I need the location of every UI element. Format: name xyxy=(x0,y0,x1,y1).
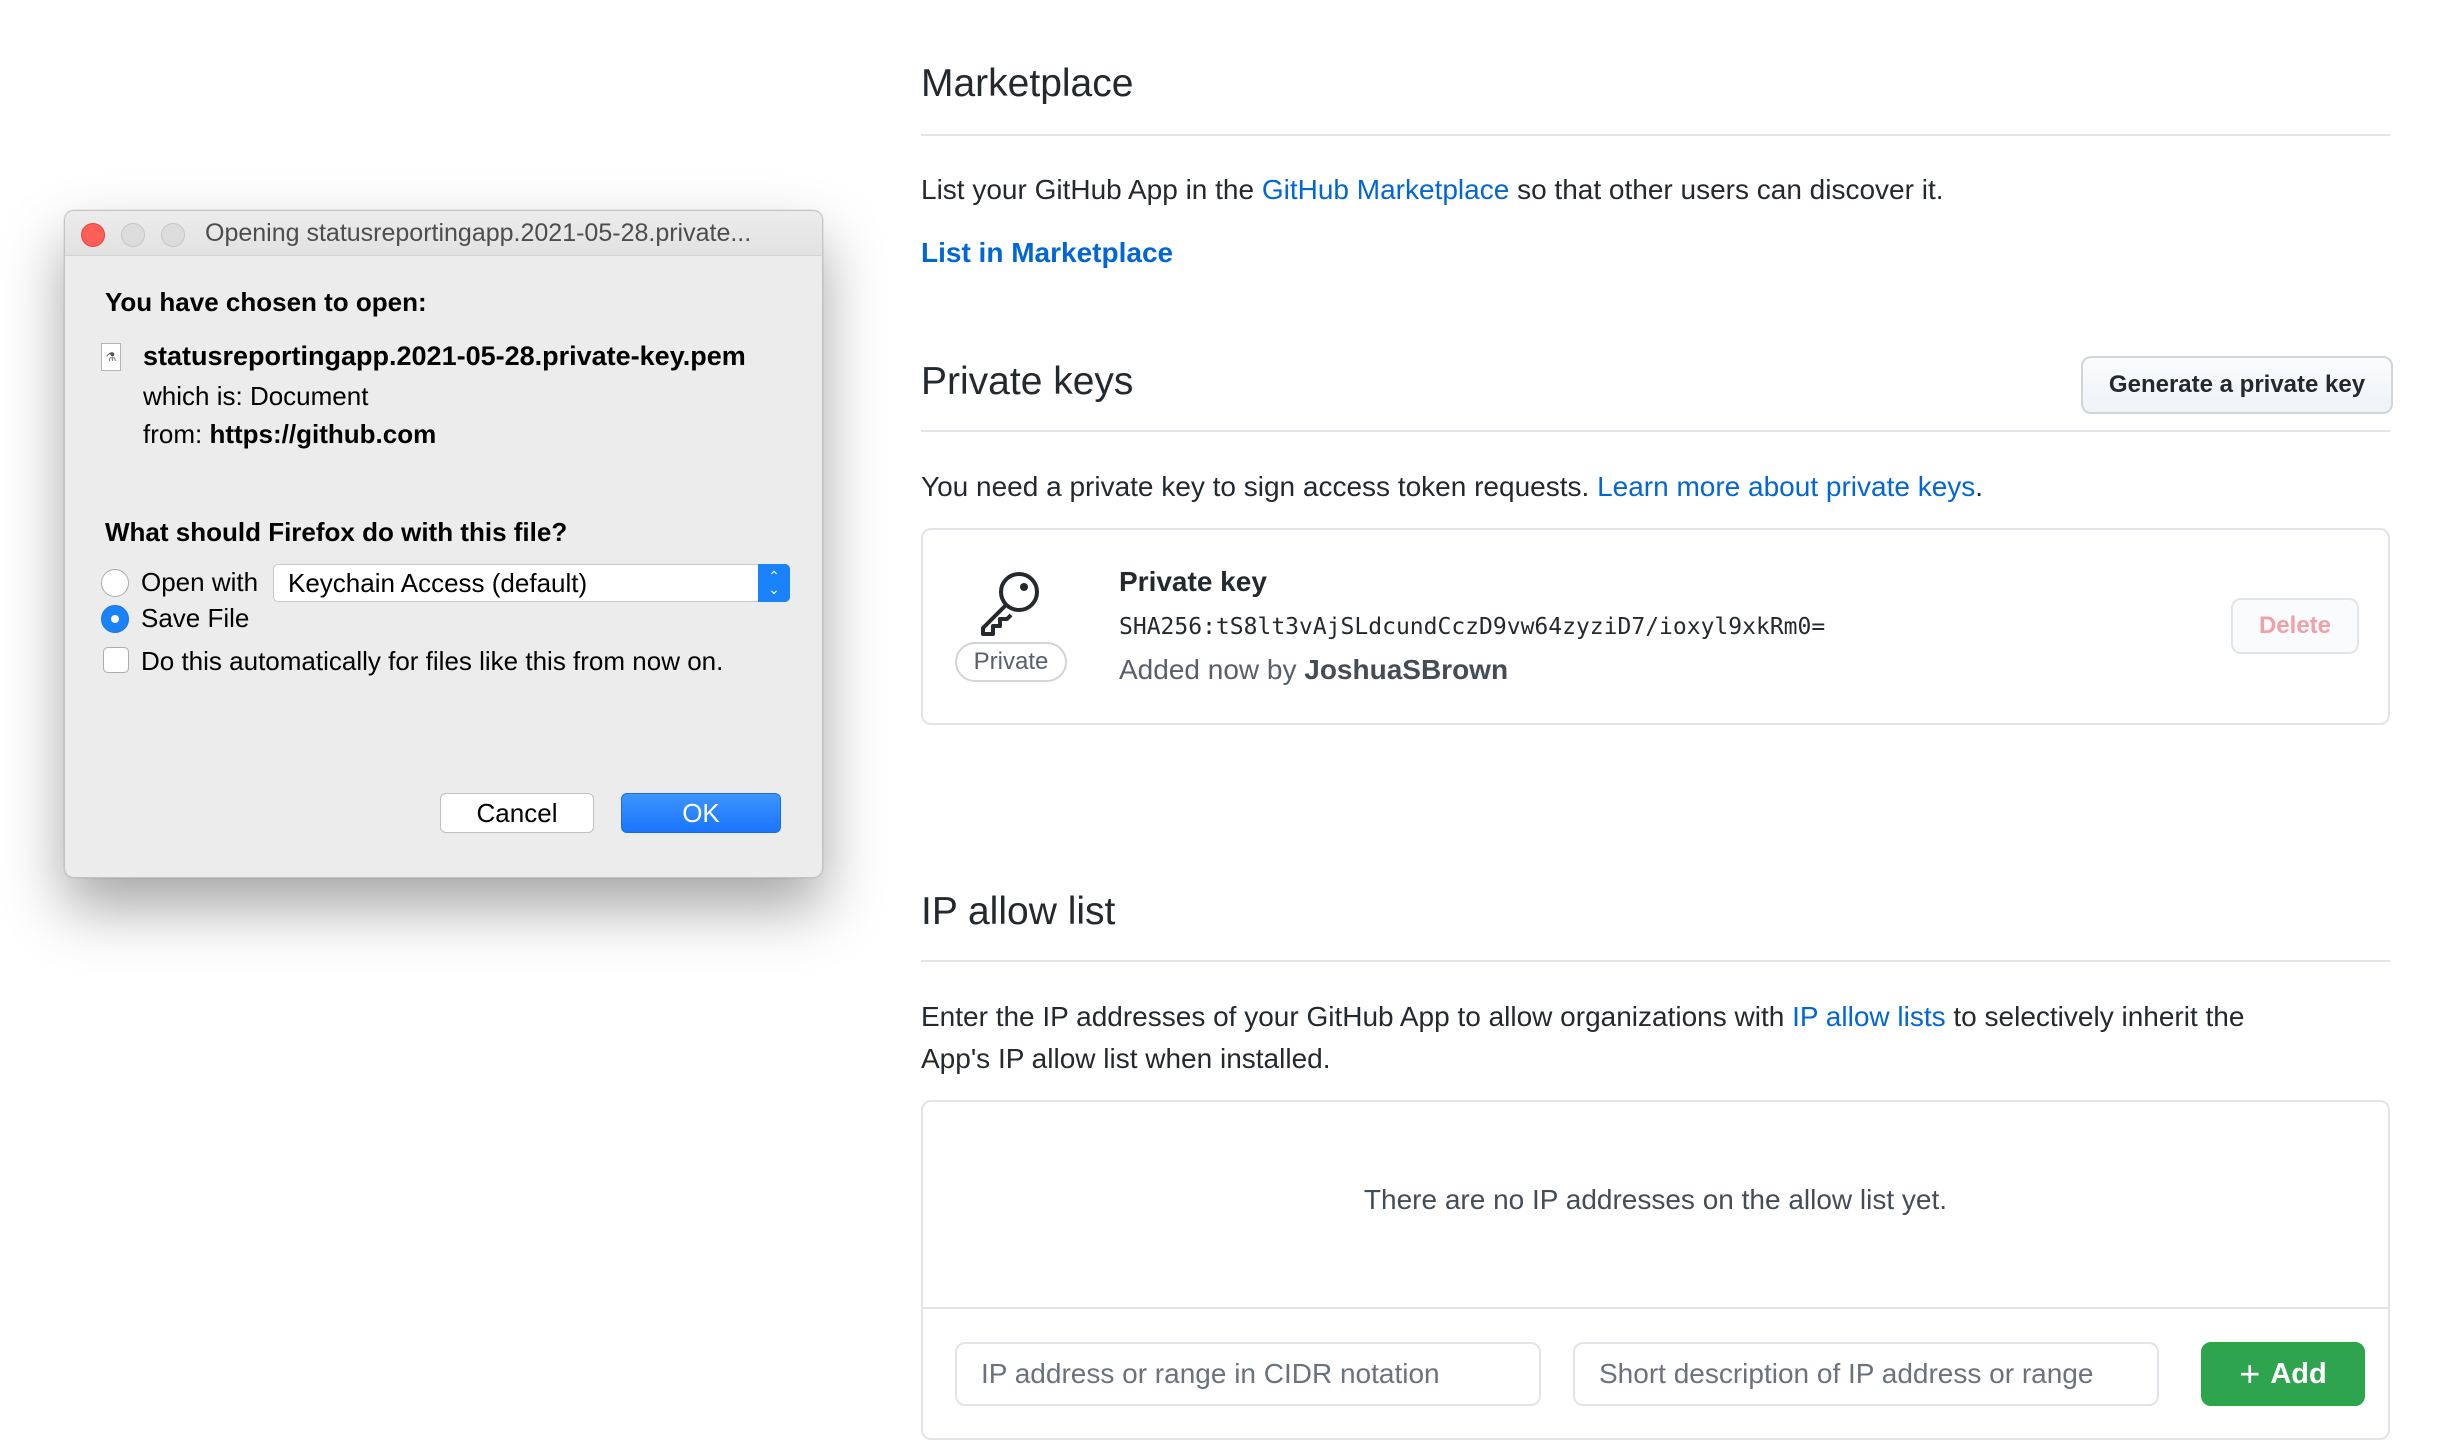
private-key-name: Private key xyxy=(1119,566,1267,597)
ip-allow-lists-link[interactable]: IP allow lists xyxy=(1792,1001,1946,1032)
which-is-row: which is: Document xyxy=(143,381,368,412)
from-value: https://github.com xyxy=(209,419,437,449)
plus-icon: + xyxy=(2239,1353,2261,1394)
ip-allow-divider xyxy=(921,960,2390,962)
github-marketplace-link[interactable]: GitHub Marketplace xyxy=(1262,174,1509,205)
from-label: from: xyxy=(143,419,203,449)
save-file-label[interactable]: Save File xyxy=(141,603,249,634)
learn-more-private-keys-link[interactable]: Learn more about private keys xyxy=(1597,471,1975,502)
ip-description-input[interactable] xyxy=(1573,1342,2159,1406)
ip-allow-description-line2: App's IP allow list when installed. xyxy=(921,1043,1331,1074)
marketplace-description: List your GitHub App in the GitHub Marke… xyxy=(921,169,1944,211)
add-ip-button[interactable]: + Add xyxy=(2201,1342,2365,1406)
private-keys-description: You need a private key to sign access to… xyxy=(921,466,1983,508)
ip-empty-message: There are no IP addresses on the allow l… xyxy=(1363,1184,1948,1215)
ip-desc-suffix: to selectively inherit the xyxy=(1953,1001,2245,1032)
delete-key-button[interactable]: Delete xyxy=(2231,598,2359,654)
select-stepper-icon: ⌃ ⌄ xyxy=(758,564,790,602)
generate-private-key-button[interactable]: Generate a private key xyxy=(2081,356,2393,414)
cancel-button[interactable]: Cancel xyxy=(440,793,594,833)
minimize-window-icon xyxy=(121,223,145,247)
dialog-titlebar[interactable]: Opening statusreportingapp.2021-05-28.pr… xyxy=(65,211,822,256)
firefox-open-file-dialog: Opening statusreportingapp.2021-05-28.pr… xyxy=(64,210,823,878)
added-by-user: JoshuaSBrown xyxy=(1304,654,1509,685)
open-with-radio[interactable] xyxy=(101,569,129,597)
auto-action-checkbox[interactable] xyxy=(103,647,129,673)
added-by-prefix: Added now by xyxy=(1119,654,1297,685)
auto-action-label[interactable]: Do this automatically for files like thi… xyxy=(141,646,723,677)
from-row: from: https://github.com xyxy=(143,419,436,450)
open-with-app-select[interactable]: Keychain Access (default) ⌃ ⌄ xyxy=(273,564,790,602)
private-keys-divider xyxy=(921,430,2390,432)
open-with-label[interactable]: Open with xyxy=(141,567,258,598)
ip-desc-prefix: Enter the IP addresses of your GitHub Ap… xyxy=(921,1001,1785,1032)
ip-allow-description: Enter the IP addresses of your GitHub Ap… xyxy=(921,996,2244,1038)
which-is-label: which is: xyxy=(143,381,243,411)
private-keys-desc-suffix: . xyxy=(1975,471,1984,502)
private-key-card: Private Private key SHA256:tS8lt3vAjSLdc… xyxy=(921,528,2390,725)
ip-address-input[interactable] xyxy=(955,1342,1541,1406)
dialog-title: Opening statusreportingapp.2021-05-28.pr… xyxy=(205,219,752,247)
chosen-to-open-heading: You have chosen to open: xyxy=(105,287,427,317)
close-window-icon[interactable] xyxy=(81,223,105,247)
add-ip-button-label: Add xyxy=(2270,1357,2327,1390)
marketplace-title: Marketplace xyxy=(921,62,1134,105)
private-key-added: Added now by JoshuaSBrown xyxy=(1119,654,1508,686)
ok-button[interactable]: OK xyxy=(621,793,781,833)
list-in-marketplace-row: List in Marketplace xyxy=(921,232,1173,274)
which-is-value: Document xyxy=(249,381,369,411)
marketplace-desc-prefix: List your GitHub App in the xyxy=(921,174,1255,205)
document-file-icon: ⚗ xyxy=(101,343,121,371)
ip-allow-list-box: There are no IP addresses on the allow l… xyxy=(921,1100,2390,1440)
private-keys-title: Private keys xyxy=(921,360,1134,403)
open-with-app-value: Keychain Access (default) xyxy=(288,568,588,598)
ip-box-divider xyxy=(923,1307,2388,1309)
maximize-window-icon xyxy=(161,223,185,247)
key-icon xyxy=(981,572,1039,636)
list-in-marketplace-link[interactable]: List in Marketplace xyxy=(921,237,1173,268)
firefox-question: What should Firefox do with this file? xyxy=(105,517,568,547)
marketplace-divider xyxy=(921,134,2390,136)
private-label-pill: Private xyxy=(955,642,1067,682)
private-key-fingerprint: SHA256:tS8lt3vAjSLdcundCczD9vw64zyziD7/i… xyxy=(1119,614,1826,640)
private-keys-desc-prefix: You need a private key to sign access to… xyxy=(921,471,1590,502)
file-name: statusreportingapp.2021-05-28.private-ke… xyxy=(143,341,746,371)
save-file-radio[interactable] xyxy=(101,605,129,633)
marketplace-desc-suffix: so that other users can discover it. xyxy=(1517,174,1944,205)
ip-allow-list-title: IP allow list xyxy=(921,890,1116,933)
